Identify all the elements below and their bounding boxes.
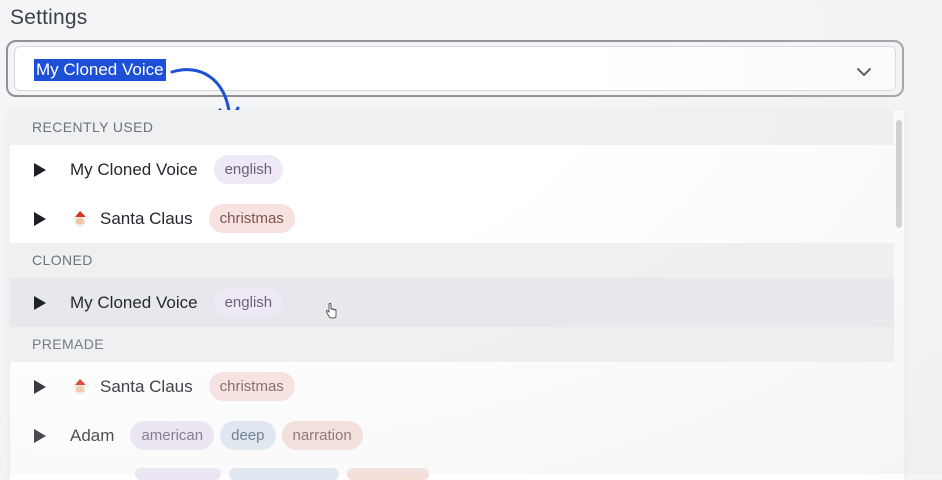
tag-english: english <box>213 288 284 317</box>
hand-cursor-icon <box>325 303 337 319</box>
list-item-santa-claus-premade[interactable]: Santa Claus christmas <box>10 362 894 411</box>
selected-voice-text[interactable]: My Cloned Voice <box>34 59 166 81</box>
section-header-recently-used: RECENTLY USED <box>10 110 894 145</box>
tag-narration: narration <box>281 421 363 450</box>
chevron-down-icon[interactable] <box>855 63 873 81</box>
settings-title: Settings <box>10 6 88 29</box>
voice-dropdown-list: RECENTLY USED My Cloned Voice english Sa… <box>10 110 904 480</box>
dropdown-scrollbar[interactable] <box>896 120 902 228</box>
voice-name: My Cloned Voice <box>70 292 198 312</box>
tag-christmas: christmas <box>208 204 295 233</box>
section-header-premade: PREMADE <box>10 327 894 362</box>
partial-tag <box>135 468 221 480</box>
section-header-cloned: CLONED <box>10 243 894 278</box>
tag-english: english <box>213 155 284 184</box>
partial-tag <box>229 468 339 480</box>
santa-icon <box>73 210 89 227</box>
list-item-adam-premade[interactable]: Adam american deep narration <box>10 411 894 460</box>
voice-name: Santa Claus <box>100 376 193 396</box>
play-icon[interactable] <box>34 379 46 394</box>
play-icon[interactable] <box>34 428 46 443</box>
list-item-my-cloned-voice-recent[interactable]: My Cloned Voice english <box>10 145 894 194</box>
voice-select-field[interactable]: My Cloned Voice <box>14 46 896 91</box>
voice-name: Adam <box>70 425 115 445</box>
santa-icon <box>73 378 89 395</box>
next-item-partial-tags <box>135 468 437 480</box>
play-icon[interactable] <box>34 295 46 310</box>
voice-select[interactable]: My Cloned Voice <box>6 40 904 97</box>
tag-deep: deep <box>220 421 276 450</box>
list-item-santa-claus-recent[interactable]: Santa Claus christmas <box>10 194 894 243</box>
play-icon[interactable] <box>34 211 46 226</box>
list-item-my-cloned-voice-cloned[interactable]: My Cloned Voice english <box>10 278 894 327</box>
partial-tag <box>347 468 429 480</box>
play-icon[interactable] <box>34 162 46 177</box>
tag-christmas: christmas <box>208 372 295 401</box>
tag-american: american <box>130 421 215 450</box>
voice-name: My Cloned Voice <box>70 159 198 179</box>
voice-name: Santa Claus <box>100 208 193 228</box>
